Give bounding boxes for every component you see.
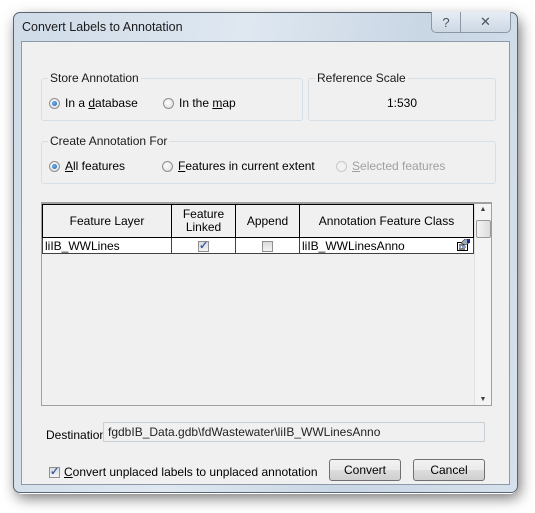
store-annotation-legend: Store Annotation — [48, 71, 141, 85]
radio-all-features[interactable]: All features — [49, 159, 125, 173]
column-header-feature-layer[interactable]: Feature Layer — [42, 204, 172, 238]
vertical-scrollbar[interactable]: ▲ ▼ — [474, 204, 491, 405]
radio-dot[interactable] — [162, 160, 173, 172]
column-header-append[interactable]: Append — [235, 204, 300, 238]
radio-dot-disabled — [336, 160, 347, 172]
feature-linked-checkbox[interactable] — [198, 239, 209, 252]
scroll-down-arrow-icon[interactable]: ▼ — [475, 396, 491, 403]
annotation-class-value: liIB_WWLinesAnno — [302, 238, 405, 253]
reference-scale-legend: Reference Scale — [315, 71, 408, 85]
convert-unplaced-checkbox[interactable] — [49, 465, 60, 478]
question-mark-icon: ? — [442, 14, 450, 30]
radio-dot[interactable] — [163, 97, 174, 109]
scroll-up-arrow-icon[interactable]: ▲ — [475, 206, 491, 213]
radio-selected-features: Selected features — [336, 159, 445, 173]
radio-label: All features — [65, 159, 126, 173]
properties-icon[interactable] — [457, 239, 470, 251]
help-button[interactable]: ? — [432, 12, 461, 32]
store-annotation-group: Store Annotation In a database In the ma… — [41, 71, 303, 121]
convert-button[interactable]: Convert — [329, 459, 401, 481]
dialog-client: Store Annotation In a database In the ma… — [21, 41, 510, 485]
close-button[interactable]: ✕ — [461, 12, 510, 32]
caption-buttons: ? ✕ — [431, 12, 511, 33]
cell-annotation-feature-class[interactable]: liIB_WWLinesAnno — [299, 237, 474, 254]
reference-scale-value: 1:530 — [386, 96, 418, 110]
layers-table: Feature Layer Feature Linked Append Annot… — [42, 204, 474, 254]
table-row[interactable]: liIB_WWLines liIB_WWLinesAnno — [42, 237, 474, 254]
convert-unplaced-label: Convert unplaced labels to unplaced anno… — [64, 465, 318, 479]
radio-label: Features in current extent — [178, 159, 315, 173]
radio-in-map[interactable]: In the map — [163, 96, 236, 110]
radio-features-current-extent[interactable]: Features in current extent — [162, 159, 315, 173]
dialog-window: Convert Labels to Annotation ? ✕ Store A… — [13, 12, 518, 493]
create-annotation-for-legend: Create Annotation For — [48, 134, 170, 148]
destination-label: Destination: — [46, 428, 110, 442]
radio-label: In the map — [179, 96, 236, 110]
cell-feature-layer[interactable]: liIB_WWLines — [42, 237, 172, 254]
window-title: Convert Labels to Annotation — [22, 20, 183, 34]
reference-scale-group: Reference Scale 1:530 — [308, 71, 496, 121]
cancel-button[interactable]: Cancel — [413, 459, 485, 481]
radio-in-database[interactable]: In a database — [49, 96, 138, 110]
append-checkbox[interactable] — [262, 240, 273, 252]
column-header-feature-linked[interactable]: Feature Linked — [171, 204, 236, 238]
radio-dot-selected[interactable] — [49, 97, 60, 109]
scroll-thumb[interactable] — [476, 220, 491, 238]
destination-field: fgdbIB_Data.gdb\fdWastewater\liIB_WWLine… — [103, 422, 485, 442]
radio-dot-selected[interactable] — [49, 160, 60, 172]
radio-label: In a database — [65, 96, 138, 110]
cell-append[interactable] — [235, 237, 300, 254]
convert-unplaced-checkbox-row[interactable]: Convert unplaced labels to unplaced anno… — [49, 465, 318, 479]
column-header-annotation-feature-class[interactable]: Annotation Feature Class — [299, 204, 474, 238]
table-header-row: Feature Layer Feature Linked Append Annot… — [42, 204, 474, 238]
create-annotation-for-group: Create Annotation For All features Featu… — [41, 134, 496, 184]
layers-grid: Feature Layer Feature Linked Append Annot… — [41, 202, 492, 406]
cell-feature-linked[interactable] — [171, 237, 236, 254]
close-x-icon: ✕ — [480, 14, 491, 29]
radio-label: Selected features — [352, 159, 446, 173]
